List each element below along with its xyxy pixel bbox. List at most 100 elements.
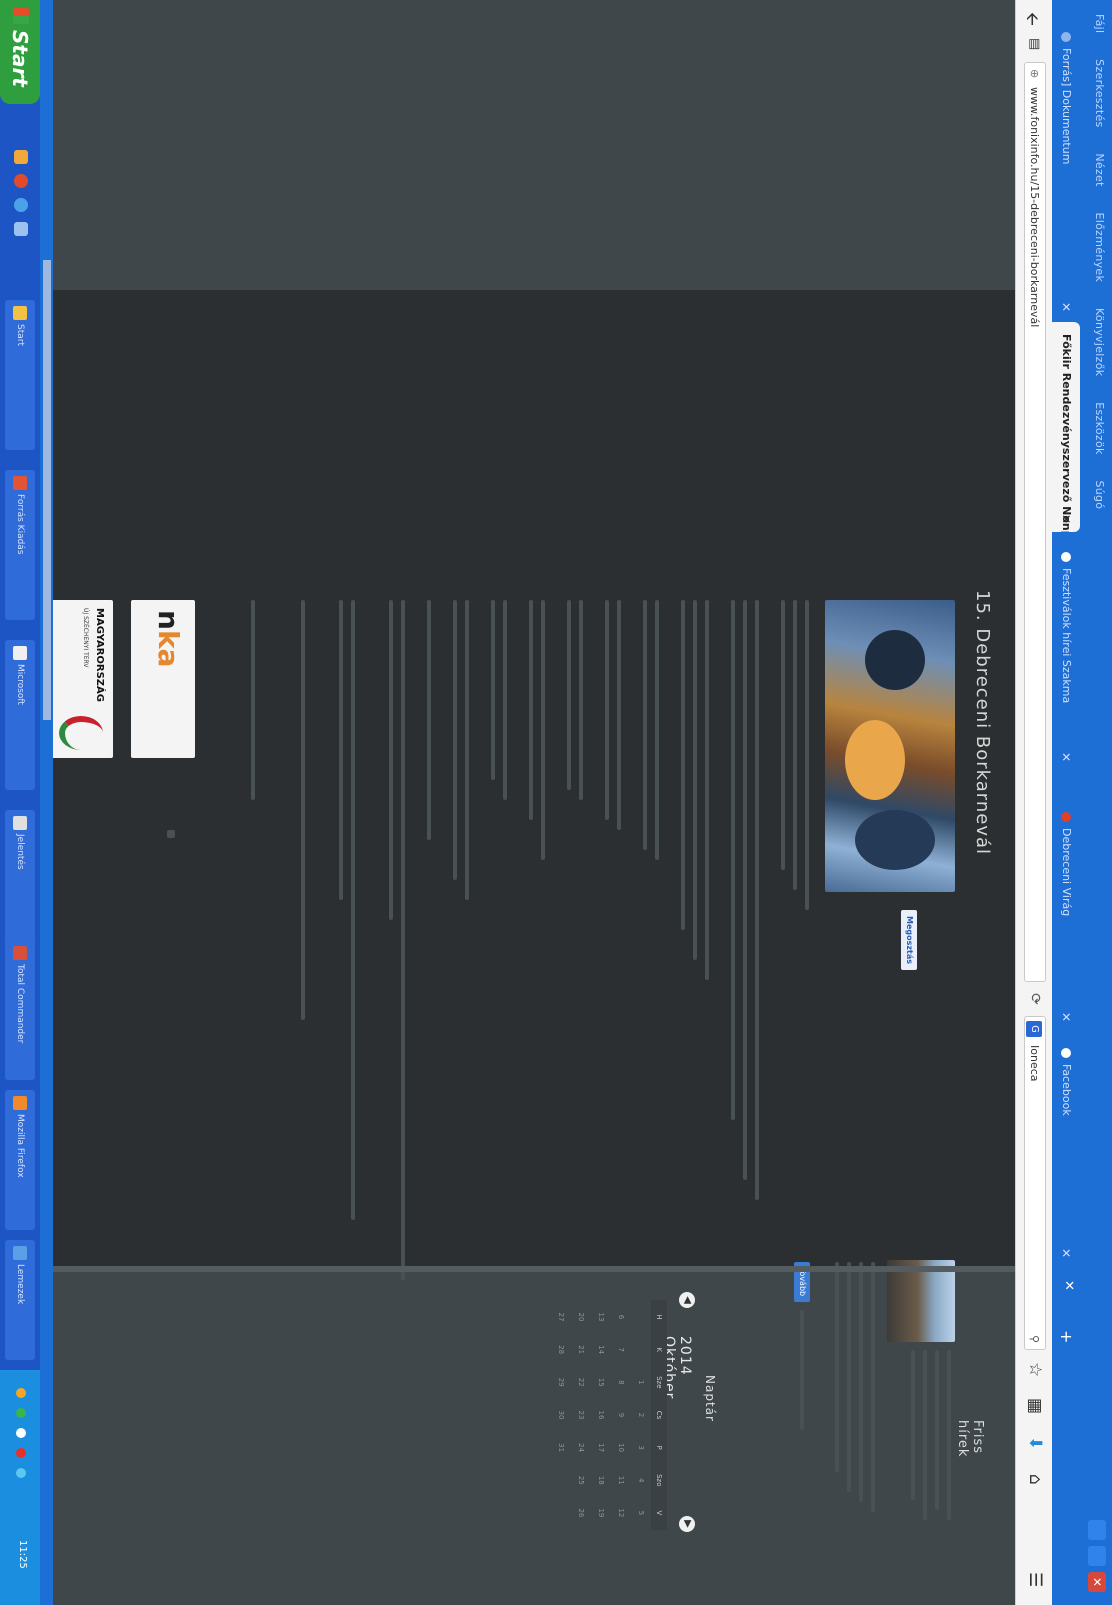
start-button[interactable]: Start [0,0,40,104]
tray-icon[interactable] [16,1408,26,1418]
calendar-day[interactable]: 25 [577,1465,585,1495]
tab-favicon-icon [1061,552,1071,562]
hamburger-menu-icon[interactable]: ☰ [1025,1572,1045,1587]
tab-close-icon[interactable]: ✕ [1052,302,1080,312]
bookmark-star-icon[interactable]: ☆ [1025,1362,1045,1377]
article-text-line [465,600,469,900]
calendar-day[interactable]: 22 [577,1367,585,1397]
calendar-day[interactable]: 8 [617,1367,625,1397]
calendar-day[interactable]: 4 [637,1465,645,1495]
calendar-day[interactable]: 3 [637,1433,645,1463]
calendar-prev-arrow-icon[interactable]: ◀ [679,1292,695,1308]
tray-icon[interactable] [16,1388,26,1398]
taskbar-item[interactable]: Forrás Kiadás [5,470,35,620]
calendar-grid: H K Sze Cs P Szo V 1 2 3 4 5 6 7 8 9 10 … [551,1300,667,1530]
search-magnifier-icon[interactable]: ⚲ [1023,1335,1045,1343]
calendar-day[interactable]: 26 [577,1498,585,1528]
calendar-day[interactable]: 13 [597,1302,605,1332]
menu-view[interactable]: Nézet [1093,153,1106,186]
tab-label: Debreceni Virág [1060,828,1073,917]
calendar-day[interactable]: 2 [637,1400,645,1430]
bookmarks-list-icon[interactable]: ▦ [1025,1398,1045,1414]
calendar-day[interactable]: 21 [577,1335,585,1365]
calendar-next-arrow-icon[interactable]: ▶ [679,1516,695,1532]
news-thumbnail[interactable] [887,1260,955,1342]
taskbar-item[interactable]: Total Commander [5,940,35,1080]
tray-icon[interactable] [16,1448,26,1458]
search-engine-icon[interactable]: G [1026,1021,1042,1037]
calendar-day[interactable]: 27 [557,1302,565,1332]
menu-file[interactable]: Fájl [1093,14,1106,33]
calendar-day[interactable] [557,1498,565,1528]
download-arrow-icon[interactable]: ⬇ [1025,1436,1045,1450]
tab-fokiir-active[interactable]: Főkiir Rendezvényszervező Nonpr... ✕ [1052,322,1080,532]
calendar-day[interactable] [557,1465,565,1495]
calendar-day[interactable]: 9 [617,1400,625,1430]
uj-szechenyi-terv-logo[interactable]: MAGYARORSZÁG ÚJ SZÉCHENYI TERV [49,600,113,758]
desktop-icon[interactable] [14,222,28,236]
tab-close-icon[interactable]: ✕ [1052,1248,1080,1258]
tab-facebook[interactable]: Facebook ✕ [1052,1036,1080,1266]
search-bar[interactable]: G Ioneca ⚲ [1024,1016,1046,1350]
calendar-day[interactable]: 5 [637,1498,645,1528]
url-bar[interactable]: ⊕ www.fonixinfo.hu/15-debreceni-borkarne… [1024,62,1046,982]
share-button[interactable]: Megosztás [901,910,917,970]
calendar-day[interactable] [637,1335,645,1365]
taskbar-item[interactable]: Lemezek [5,1240,35,1360]
reload-icon[interactable]: ⟳ [1024,988,1046,1010]
menu-bookmarks[interactable]: Könyvjelzők [1093,308,1106,376]
calendar-day[interactable]: 10 [617,1433,625,1463]
taskbar-item[interactable]: Start [5,300,35,450]
home-icon[interactable]: ⌂ [1025,1474,1045,1485]
tray-icon[interactable] [16,1468,26,1478]
calendar-day[interactable]: 6 [617,1302,625,1332]
calendar-day[interactable]: 23 [577,1400,585,1430]
calendar-day[interactable]: 29 [557,1367,565,1397]
menu-help[interactable]: Súgó [1093,480,1106,509]
tab-dokumentum[interactable]: Forrás] Dokumentum ✕ [1052,20,1080,320]
maximize-button[interactable] [1088,1546,1106,1566]
close-window-button[interactable]: ✕ [1088,1572,1106,1592]
tab-close-icon[interactable]: ✕ [1052,1012,1080,1022]
calendar-day[interactable]: 17 [597,1433,605,1463]
taskbar-item[interactable]: Mozilla Firefox [5,1090,35,1230]
taskbar-item[interactable]: Jelentés [5,810,35,960]
tray-icon[interactable] [16,1428,26,1438]
calendar-day[interactable]: 20 [577,1302,585,1332]
calendar-day[interactable]: 28 [557,1335,565,1365]
calendar-day[interactable] [637,1302,645,1332]
tab-close-icon[interactable]: ✕ [1052,514,1080,524]
calendar-day[interactable]: 7 [617,1335,625,1365]
menu-history[interactable]: Előzmények [1093,213,1106,283]
tab-debreceni[interactable]: Debreceni Virág ✕ [1052,800,1080,1030]
menu-tools[interactable]: Eszközök [1093,402,1106,454]
calendar-day[interactable]: 1 [637,1367,645,1397]
calendar-day[interactable]: 11 [617,1465,625,1495]
back-arrow-icon[interactable]: 🡨 [1016,12,1045,26]
calendar-day[interactable]: 24 [577,1433,585,1463]
firefox-icon[interactable] [14,174,28,188]
calendar-day[interactable]: 14 [597,1335,605,1365]
calendar-day[interactable]: 12 [617,1498,625,1528]
calendar-day[interactable]: 19 [597,1498,605,1528]
quicklaunch-icon[interactable] [14,150,28,164]
news-text-line [835,1262,839,1472]
calendar-day[interactable]: 18 [597,1465,605,1495]
calendar-day[interactable]: 15 [597,1367,605,1397]
tab-fesztival[interactable]: Fesztiválok hírei Szakma ✕ [1052,540,1080,770]
calendar-day[interactable]: 31 [557,1433,565,1463]
page-info-icon[interactable]: ▤ [1027,38,1042,50]
horizontal-scrollbar[interactable] [43,260,51,720]
calendar-day[interactable]: 30 [557,1400,565,1430]
calendar-weekday-header: H K Sze Cs P Szo V [651,1300,667,1530]
nka-logo[interactable]: nka [131,600,195,758]
ie-icon[interactable] [14,198,28,212]
tab-list-icon[interactable]: ✕ [1061,1280,1076,1291]
calendar-day[interactable]: 16 [597,1400,605,1430]
menu-edit[interactable]: Szerkesztés [1093,59,1106,127]
new-tab-icon[interactable]: + [1057,1330,1076,1343]
tab-close-icon[interactable]: ✕ [1052,752,1080,762]
minimize-button[interactable] [1088,1520,1106,1540]
taskbar-item[interactable]: Microsoft [5,640,35,790]
page-scrollbar[interactable] [53,1266,1015,1272]
